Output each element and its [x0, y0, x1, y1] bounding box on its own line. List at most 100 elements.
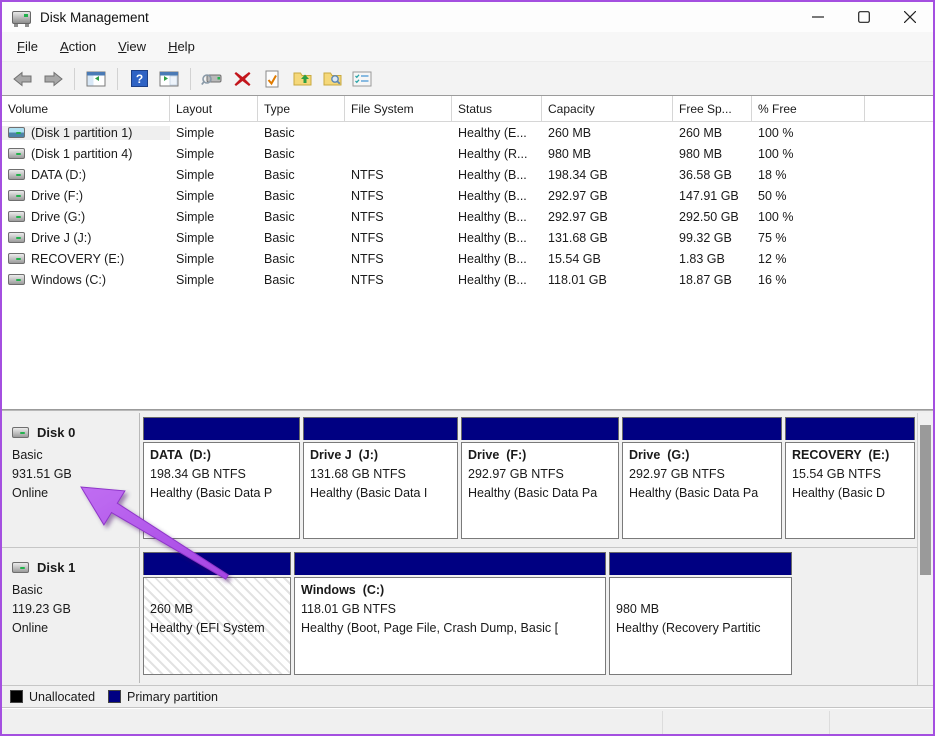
volume-row[interactable]: Drive J (J:) Simple Basic NTFS Healthy (…	[2, 227, 933, 248]
partition-title: RECOVERY (E:)	[792, 446, 908, 465]
disk-row: Disk 0 Basic 931.51 GB Online DATA (D:) …	[2, 413, 917, 548]
partitions-strip: DATA (D:) 198.34 GB NTFS Healthy (Basic …	[140, 413, 918, 547]
legend-swatch	[10, 690, 23, 703]
partition-status: Healthy (EFI System	[150, 619, 284, 638]
column-header[interactable]: Volume	[2, 96, 170, 121]
app-disk-icon	[12, 11, 31, 24]
disk-management-window: Disk Management File Action View Help	[0, 0, 935, 736]
toolbar-separator	[117, 68, 118, 90]
column-header[interactable]: Capacity	[542, 96, 673, 121]
column-header[interactable]	[865, 96, 933, 121]
scrollbar-thumb[interactable]	[920, 425, 931, 575]
partition-color-bar	[143, 417, 300, 440]
legend-item: Primary partition	[108, 690, 218, 704]
disk-info[interactable]: Disk 0 Basic 931.51 GB Online	[2, 413, 140, 547]
window-title: Disk Management	[40, 10, 149, 25]
volume-row[interactable]: RECOVERY (E:) Simple Basic NTFS Healthy …	[2, 248, 933, 269]
disk-type: Basic	[12, 448, 131, 462]
volume-row[interactable]: Drive (G:) Simple Basic NTFS Healthy (B.…	[2, 206, 933, 227]
volume-row[interactable]: (Disk 1 partition 4) Simple Basic Health…	[2, 143, 933, 164]
volume-row[interactable]: (Disk 1 partition 1) Simple Basic Health…	[2, 122, 933, 143]
partition-size: 15.54 GB NTFS	[792, 465, 908, 484]
disk-size: 119.23 GB	[12, 602, 131, 616]
column-header[interactable]: Layout	[170, 96, 258, 121]
partition-block[interactable]: Windows (C:) 118.01 GB NTFS Healthy (Boo…	[294, 552, 606, 675]
column-header[interactable]: % Free	[752, 96, 865, 121]
partition-block[interactable]: Drive (G:) 292.97 GB NTFS Healthy (Basic…	[622, 417, 782, 539]
status-bar	[2, 707, 933, 734]
menu-item-view[interactable]: View	[107, 35, 157, 58]
partition-size: 292.97 GB NTFS	[629, 465, 775, 484]
show-console-tree-button[interactable]	[83, 67, 109, 91]
legend-swatch	[108, 690, 121, 703]
disk-row: Disk 1 Basic 119.23 GB Online 260 MB Hea…	[2, 548, 917, 683]
partition-block[interactable]: DATA (D:) 198.34 GB NTFS Healthy (Basic …	[143, 417, 300, 539]
partition-block[interactable]: Drive (F:) 292.97 GB NTFS Healthy (Basic…	[461, 417, 619, 539]
partition-color-bar	[622, 417, 782, 440]
partition-color-bar	[461, 417, 619, 440]
back-button[interactable]	[10, 67, 36, 91]
partition-title	[616, 581, 785, 600]
disk-icon	[12, 562, 29, 573]
partition-title: Drive (G:)	[629, 446, 775, 465]
partition-block[interactable]: RECOVERY (E:) 15.54 GB NTFS Healthy (Bas…	[785, 417, 915, 539]
folder-up-button[interactable]	[289, 67, 315, 91]
column-header[interactable]: Type	[258, 96, 345, 121]
toolbar-separator	[190, 68, 191, 90]
disk-info[interactable]: Disk 1 Basic 119.23 GB Online	[2, 548, 140, 683]
partition-size: 131.68 GB NTFS	[310, 465, 451, 484]
help-button[interactable]: ?	[126, 67, 152, 91]
title-bar: Disk Management	[2, 2, 933, 32]
legend-item: Unallocated	[10, 690, 95, 704]
volume-row[interactable]: DATA (D:) Simple Basic NTFS Healthy (B..…	[2, 164, 933, 185]
partition-block[interactable]: Drive J (J:) 131.68 GB NTFS Healthy (Bas…	[303, 417, 458, 539]
menu-item-help[interactable]: Help	[157, 35, 206, 58]
rescan-disks-button[interactable]	[199, 67, 225, 91]
partition-color-bar	[294, 552, 606, 575]
partition-color-bar	[303, 417, 458, 440]
menu-bar: File Action View Help	[2, 32, 933, 62]
properties-button[interactable]	[349, 67, 375, 91]
partition-title: DATA (D:)	[150, 446, 293, 465]
volume-icon	[8, 148, 25, 159]
volume-icon	[8, 127, 25, 138]
volume-icon	[8, 190, 25, 201]
volume-icon	[8, 211, 25, 222]
menu-item-file[interactable]: File	[6, 35, 49, 58]
volume-icon	[8, 169, 25, 180]
partition-size: 118.01 GB NTFS	[301, 600, 599, 619]
partition-color-bar	[143, 552, 291, 575]
delete-volume-button[interactable]	[229, 67, 255, 91]
disk-status: Online	[12, 486, 131, 500]
partition-size: 980 MB	[616, 600, 785, 619]
mark-partition-button[interactable]	[259, 67, 285, 91]
maximize-button[interactable]	[841, 2, 887, 32]
partition-status: Healthy (Recovery Partitic	[616, 619, 785, 638]
volume-icon	[8, 232, 25, 243]
partition-status: Healthy (Basic Data Pa	[629, 484, 775, 503]
partition-block[interactable]: 260 MB Healthy (EFI System	[143, 552, 291, 675]
disk-icon	[12, 427, 29, 438]
volume-icon	[8, 274, 25, 285]
close-button[interactable]	[887, 2, 933, 32]
explore-button[interactable]	[319, 67, 345, 91]
partition-status: Healthy (Basic Data Pa	[468, 484, 612, 503]
partition-title: Drive (F:)	[468, 446, 612, 465]
volume-row[interactable]: Drive (F:) Simple Basic NTFS Healthy (B.…	[2, 185, 933, 206]
column-header[interactable]: Free Sp...	[673, 96, 752, 121]
column-header[interactable]: File System	[345, 96, 452, 121]
vertical-scrollbar[interactable]	[918, 413, 933, 685]
disks-area: Disk 0 Basic 931.51 GB Online DATA (D:) …	[2, 413, 918, 685]
minimize-button[interactable]	[795, 2, 841, 32]
partition-block[interactable]: 980 MB Healthy (Recovery Partitic	[609, 552, 792, 675]
partition-status: Healthy (Basic Data I	[310, 484, 451, 503]
graphical-view-pane: Disk 0 Basic 931.51 GB Online DATA (D:) …	[2, 413, 933, 685]
menu-item-action[interactable]: Action	[49, 35, 107, 58]
column-header[interactable]: Status	[452, 96, 542, 121]
forward-button[interactable]	[40, 67, 66, 91]
partition-status: Healthy (Basic D	[792, 484, 908, 503]
volume-list-header: Volume Layout Type File System Status Ca…	[2, 96, 933, 122]
toolbar-separator	[74, 68, 75, 90]
volume-row[interactable]: Windows (C:) Simple Basic NTFS Healthy (…	[2, 269, 933, 290]
show-action-pane-button[interactable]	[156, 67, 182, 91]
